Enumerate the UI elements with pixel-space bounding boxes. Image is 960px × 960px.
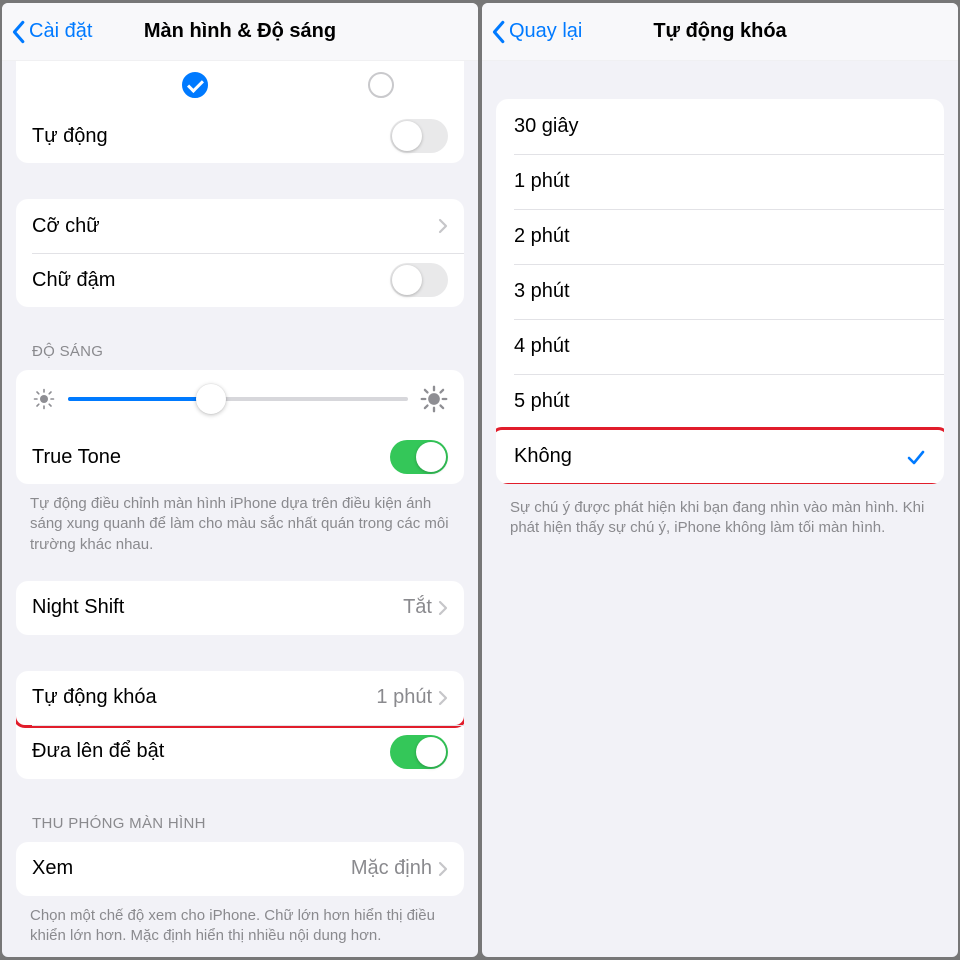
autolock-value: 1 phút <box>376 686 432 709</box>
autolock-option-label: 4 phút <box>514 335 570 358</box>
brightness-group: True Tone <box>16 370 464 484</box>
chevron-left-icon <box>10 20 26 44</box>
sun-max-icon <box>420 385 448 413</box>
nightshift-row[interactable]: Night Shift Tắt <box>16 581 464 635</box>
zoom-row[interactable]: Xem Mặc định <box>16 842 464 896</box>
autolock-option[interactable]: 2 phút <box>496 209 944 264</box>
autolock-option-label: 2 phút <box>514 225 570 248</box>
text-group: Cỡ chữ Chữ đậm <box>16 199 464 307</box>
sun-min-icon <box>32 387 56 411</box>
back-label: Quay lại <box>509 20 582 43</box>
truetone-row[interactable]: True Tone <box>16 430 464 484</box>
auto-appearance-row[interactable]: Tự động <box>16 109 464 163</box>
autolock-option-label: 1 phút <box>514 170 570 193</box>
text-size-row[interactable]: Cỡ chữ <box>16 199 464 253</box>
autolock-option[interactable]: 1 phút <box>496 154 944 209</box>
autolock-option-label: Không <box>514 445 572 468</box>
lock-group: Tự động khóa 1 phút Đưa lên để bật <box>16 671 464 779</box>
auto-appearance-label: Tự động <box>32 125 108 148</box>
autolock-option[interactable]: 3 phút <box>496 264 944 319</box>
chevron-right-icon <box>438 861 448 877</box>
navbar: Quay lại Tự động khóa <box>482 3 958 61</box>
page-title: Màn hình & Độ sáng <box>144 20 336 43</box>
appearance-radio-row <box>16 61 464 109</box>
chevron-right-icon <box>438 600 448 616</box>
screen-auto-lock: Quay lại Tự động khóa 30 giây 1 phút 2 phú… <box>482 3 958 957</box>
raise-to-wake-row[interactable]: Đưa lên để bật <box>16 725 464 779</box>
autolock-footer: Sự chú ý được phát hiện khi bạn đang nhì… <box>482 484 958 539</box>
chevron-left-icon <box>490 20 506 44</box>
bold-text-toggle[interactable] <box>390 263 448 297</box>
screen-display-brightness: Cài đặt Màn hình & Độ sáng Tự động <box>2 3 478 957</box>
check-icon <box>906 447 926 467</box>
autolock-option[interactable]: 4 phút <box>496 319 944 374</box>
text-size-label: Cỡ chữ <box>32 215 100 238</box>
back-button[interactable]: Cài đặt <box>10 3 92 60</box>
truetone-footer: Tự động điều chỉnh màn hình iPhone dựa t… <box>2 484 478 555</box>
raise-to-wake-label: Đưa lên để bật <box>32 740 164 763</box>
nightshift-label: Night Shift <box>32 596 124 619</box>
brightness-header: ĐỘ SÁNG <box>2 343 478 370</box>
back-button[interactable]: Quay lại <box>490 3 582 60</box>
truetone-label: True Tone <box>32 446 121 469</box>
autolock-row[interactable]: Tự động khóa 1 phút <box>16 671 464 725</box>
brightness-slider-row <box>16 370 464 430</box>
zoom-group: Xem Mặc định <box>16 842 464 896</box>
bold-text-row[interactable]: Chữ đậm <box>16 253 464 307</box>
bold-text-label: Chữ đậm <box>32 269 115 292</box>
back-label: Cài đặt <box>29 20 92 43</box>
raise-to-wake-toggle[interactable] <box>390 735 448 769</box>
autolock-option[interactable]: 30 giây <box>496 99 944 154</box>
autolock-label: Tự động khóa <box>32 686 157 709</box>
autolock-option-label: 3 phút <box>514 280 570 303</box>
chevron-right-icon <box>438 690 448 706</box>
appearance-radio-dark[interactable] <box>368 72 394 98</box>
autolock-option[interactable]: 5 phút <box>496 374 944 429</box>
zoom-label: Xem <box>32 857 73 880</box>
autolock-options: 30 giây 1 phút 2 phút 3 phút 4 phút 5 phút Khô… <box>496 99 944 484</box>
appearance-radio-light[interactable] <box>182 72 208 98</box>
zoom-value: Mặc định <box>351 857 432 880</box>
navbar: Cài đặt Màn hình & Độ sáng <box>2 3 478 61</box>
nightshift-group: Night Shift Tắt <box>16 581 464 635</box>
nightshift-value: Tắt <box>403 596 432 619</box>
auto-appearance-toggle[interactable] <box>390 119 448 153</box>
page-title: Tự động khóa <box>653 20 786 43</box>
autolock-option[interactable]: Không <box>496 429 944 484</box>
chevron-right-icon <box>438 218 448 234</box>
zoom-footer: Chọn một chế độ xem cho iPhone. Chữ lớn … <box>2 896 478 947</box>
autolock-option-label: 30 giây <box>514 115 579 138</box>
autolock-option-label: 5 phút <box>514 390 570 413</box>
brightness-slider[interactable] <box>68 382 408 416</box>
truetone-toggle[interactable] <box>390 440 448 474</box>
appearance-group-cutoff: Tự động <box>16 61 464 163</box>
zoom-header: THU PHÓNG MÀN HÌNH <box>2 815 478 842</box>
